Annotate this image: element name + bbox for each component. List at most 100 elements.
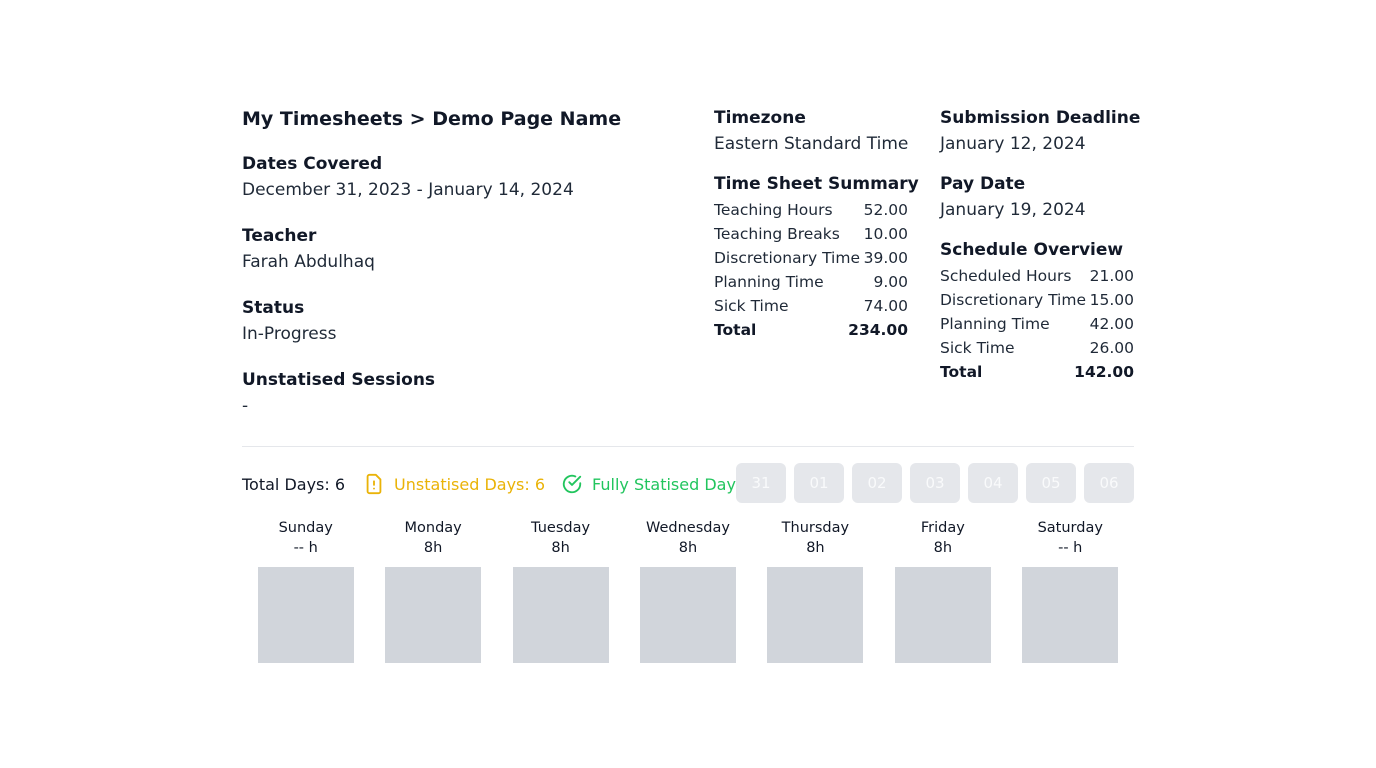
day-name: Monday (404, 520, 462, 536)
total-days-stat: Total Days: 6 (242, 474, 346, 494)
day-slot[interactable] (894, 567, 991, 663)
schedule-total-row: Total 142.00 (940, 360, 1134, 384)
right-column: Submission Deadline January 12, 2024 Pay… (940, 108, 1141, 384)
day-hours: 8h (551, 540, 570, 556)
summary-row-label: Sick Time (714, 297, 789, 315)
breadcrumb[interactable]: My Timesheets > Demo Page Name (242, 108, 621, 130)
schedule-row: Sick Time 26.00 (940, 336, 1134, 360)
teacher-value: Farah Abdulhaq (242, 252, 375, 272)
schedule-row-label: Discretionary Time (940, 291, 1087, 309)
summary-row-value: 52.00 (863, 201, 908, 219)
summary-row-label: Planning Time (714, 273, 824, 291)
day-slot[interactable] (767, 567, 864, 663)
summary-total-label: Total (714, 321, 757, 339)
day-number-button[interactable]: 05 (1026, 463, 1076, 503)
teacher-label: Teacher (242, 226, 317, 246)
day-name: Tuesday (531, 520, 591, 536)
unstatised-days-stat: Unstatised Days: 6 (363, 473, 545, 495)
schedule-row-value: 15.00 (1089, 291, 1134, 309)
status-label: Status (242, 298, 305, 318)
day-column-tuesday: Tuesday 8h (497, 518, 624, 663)
fully-statised-days-stat: Fully Statised Days: 0 (561, 473, 765, 495)
schedule-total-label: Total (940, 363, 983, 381)
schedule-row: Discretionary Time 15.00 (940, 288, 1134, 312)
middle-column: Timezone Eastern Standard Time Time Shee… (714, 108, 919, 342)
week-grid: Sunday -- h Monday 8h Tuesday 8h Wednesd… (242, 518, 1134, 663)
summary-total-row: Total 234.00 (714, 318, 908, 342)
section-divider (242, 446, 1134, 447)
summary-row-label: Discretionary Time (714, 249, 861, 267)
day-name: Friday (920, 520, 965, 536)
day-column-wednesday: Wednesday 8h (624, 518, 751, 663)
timezone-value: Eastern Standard Time (714, 134, 909, 154)
day-slot[interactable] (385, 567, 482, 663)
schedule-row-label: Scheduled Hours (940, 267, 1072, 285)
summary-row-value: 9.00 (873, 273, 908, 291)
day-hours: -- h (1058, 540, 1083, 556)
submission-deadline-value: January 12, 2024 (940, 134, 1086, 154)
day-stats-bar: Total Days: 6 Unstatised Days: 6 Fully S… (242, 464, 765, 504)
day-hours: -- h (293, 540, 318, 556)
summary-row: Teaching Breaks 10.00 (714, 222, 908, 246)
summary-total-value: 234.00 (848, 321, 908, 339)
day-column-thursday: Thursday 8h (752, 518, 879, 663)
day-number-button[interactable]: 06 (1084, 463, 1134, 503)
schedule-row: Planning Time 42.00 (940, 312, 1134, 336)
file-warning-icon (366, 473, 382, 495)
day-number-button[interactable]: 01 (794, 463, 844, 503)
unstatised-sessions-value: - (242, 396, 249, 416)
timezone-label: Timezone (714, 108, 806, 128)
day-name: Sunday (278, 520, 333, 536)
day-number-button[interactable]: 04 (968, 463, 1018, 503)
schedule-total-value: 142.00 (1074, 363, 1134, 381)
day-slot[interactable] (639, 567, 736, 663)
timesheet-summary-title: Time Sheet Summary (714, 174, 919, 194)
summary-row-label: Teaching Hours (714, 201, 833, 219)
schedule-row-label: Sick Time (940, 339, 1015, 357)
summary-row: Teaching Hours 52.00 (714, 198, 908, 222)
summary-row-label: Teaching Breaks (714, 225, 840, 243)
submission-deadline-label: Submission Deadline (940, 108, 1141, 128)
day-name: Saturday (1037, 520, 1103, 536)
day-hours: 8h (933, 540, 953, 556)
summary-row: Sick Time 74.00 (714, 294, 908, 318)
day-column-monday: Monday 8h (369, 518, 496, 663)
day-hours: 8h (423, 540, 443, 556)
summary-row: Discretionary Time 39.00 (714, 246, 908, 270)
day-number-button[interactable]: 03 (910, 463, 960, 503)
day-column-saturday: Saturday -- h (1007, 518, 1134, 663)
day-slot[interactable] (512, 567, 609, 663)
teacher-field: Teacher Farah Abdulhaq (242, 226, 375, 272)
schedule-overview-table: Scheduled Hours 21.00 Discretionary Time 1… (940, 264, 1134, 384)
dates-covered-value: December 31, 2023 - January 14, 2024 (242, 180, 574, 200)
summary-row-value: 10.00 (863, 225, 908, 243)
dates-covered-field: Dates Covered December 31, 2023 - Januar… (242, 154, 574, 200)
timesheet-summary-table: Teaching Hours 52.00 Teaching Breaks 10.00… (714, 198, 908, 342)
day-name: Thursday (781, 520, 850, 536)
day-column-friday: Friday 8h (879, 518, 1006, 663)
summary-row: Planning Time 9.00 (714, 270, 908, 294)
schedule-row-label: Planning Time (940, 315, 1050, 333)
day-name: Wednesday (646, 520, 730, 536)
dates-covered-label: Dates Covered (242, 154, 383, 174)
unstatised-sessions-field: Unstatised Sessions - (242, 370, 435, 416)
summary-row-value: 74.00 (863, 297, 908, 315)
schedule-overview-title: Schedule Overview (940, 240, 1124, 260)
day-number-selector: 31 01 02 03 04 05 06 (736, 463, 1134, 503)
day-number-button[interactable]: 02 (852, 463, 902, 503)
day-slot[interactable] (257, 567, 354, 663)
day-hours: 8h (678, 540, 698, 556)
unstatised-sessions-label: Unstatised Sessions (242, 370, 436, 390)
day-column-sunday: Sunday -- h (242, 518, 369, 663)
check-circle-icon (562, 474, 582, 494)
status-field: Status In-Progress (242, 298, 336, 344)
day-slot[interactable] (1022, 567, 1119, 663)
day-hours: 8h (806, 540, 825, 556)
summary-row-value: 39.00 (863, 249, 908, 267)
pay-date-label: Pay Date (940, 174, 1026, 194)
schedule-row: Scheduled Hours 21.00 (940, 264, 1134, 288)
day-number-button[interactable]: 31 (736, 463, 786, 503)
schedule-row-value: 26.00 (1089, 339, 1134, 357)
unstatised-days-label: Unstatised Days: 6 (394, 474, 546, 494)
status-value: In-Progress (242, 324, 337, 344)
